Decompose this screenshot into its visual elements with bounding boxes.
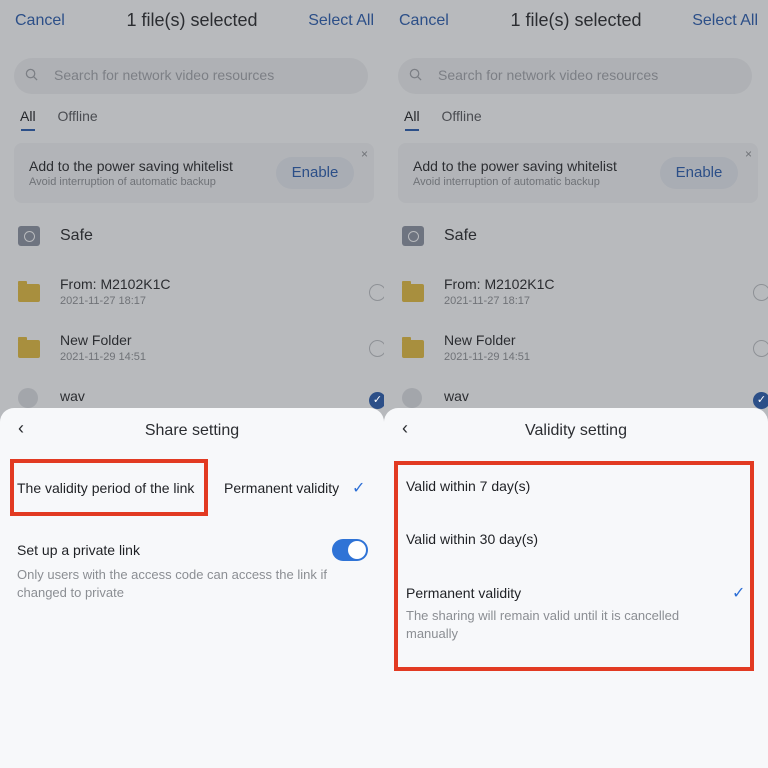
tab-all[interactable]: All	[20, 108, 36, 124]
whitelist-banner: Add to the power saving whitelist Avoid …	[14, 143, 374, 203]
search-icon	[409, 68, 422, 81]
folder-icon	[402, 281, 424, 302]
close-icon[interactable]: ×	[745, 147, 752, 161]
filter-tabs: All Offline	[404, 108, 500, 124]
tab-all[interactable]: All	[404, 108, 420, 124]
select-radio[interactable]	[369, 340, 384, 357]
validity-period-label[interactable]: The validity period of the link	[17, 480, 194, 496]
enable-button[interactable]: Enable	[276, 157, 354, 189]
private-link-label: Set up a private link	[17, 542, 140, 558]
checked-icon[interactable]: ✓	[369, 392, 384, 409]
file-date: 2021-11-29 14:51	[444, 351, 531, 363]
list-item[interactable]: New Folder 2021-11-29 14:51	[402, 330, 768, 370]
banner-subtitle: Avoid interruption of automatic backup	[29, 176, 216, 188]
option-permanent-description: The sharing will remain valid until it i…	[406, 608, 680, 641]
safe-label: Safe	[444, 227, 477, 244]
filter-tabs: All Offline	[20, 108, 116, 124]
whitelist-banner: Add to the power saving whitelist Avoid …	[398, 143, 758, 203]
tab-offline[interactable]: Offline	[441, 108, 481, 124]
option-7-days[interactable]: Valid within 7 day(s)	[406, 478, 530, 494]
file-date: 2021-11-27 18:17	[444, 295, 531, 307]
validity-setting-screen: Cancel 1 file(s) selected Select All Sea…	[384, 0, 768, 768]
select-radio[interactable]	[369, 284, 384, 301]
list-item[interactable]: From: M2102K1C 2021-11-27 18:17	[402, 274, 768, 314]
selection-header: Cancel 1 file(s) selected Select All	[0, 8, 384, 36]
audio-file-icon	[402, 388, 422, 408]
search-bar[interactable]: Search for network video resources	[398, 58, 752, 94]
option-permanent[interactable]: Permanent validity	[406, 585, 521, 601]
share-setting-sheet: ‹ Share setting The validity period of t…	[0, 408, 384, 768]
checkmark-icon: ✓	[732, 585, 746, 602]
enable-button[interactable]: Enable	[660, 157, 738, 189]
folder-icon	[18, 281, 40, 302]
select-all-button[interactable]: Select All	[308, 12, 374, 30]
safe-label: Safe	[60, 227, 93, 244]
file-name: New Folder	[60, 332, 132, 348]
folder-icon	[402, 337, 424, 358]
file-name: New Folder	[444, 332, 516, 348]
validity-setting-sheet: ‹ Validity setting Valid within 7 day(s)…	[384, 408, 768, 768]
close-icon[interactable]: ×	[361, 147, 368, 161]
select-radio[interactable]	[753, 340, 768, 357]
file-date: 2021-11-29 14:51	[60, 351, 147, 363]
safe-icon	[402, 226, 424, 246]
checked-icon[interactable]: ✓	[753, 392, 768, 409]
option-30-days[interactable]: Valid within 30 day(s)	[406, 531, 538, 547]
search-bar[interactable]: Search for network video resources	[14, 58, 368, 94]
checkmark-icon: ✓	[352, 480, 366, 497]
sheet-title: Share setting	[144, 422, 240, 439]
select-all-button[interactable]: Select All	[692, 12, 758, 30]
tab-offline[interactable]: Offline	[57, 108, 97, 124]
search-icon	[25, 68, 38, 81]
select-radio[interactable]	[753, 284, 768, 301]
file-name: wav	[444, 388, 469, 404]
file-date: 2021-11-27 18:17	[60, 295, 147, 307]
share-setting-screen: Cancel 1 file(s) selected Select All Sea…	[0, 0, 384, 768]
toggle-knob	[348, 541, 366, 559]
file-list-background: Cancel 1 file(s) selected Select All Sea…	[384, 0, 768, 410]
folder-icon	[18, 337, 40, 358]
sheet-title: Validity setting	[525, 422, 627, 439]
banner-title: Add to the power saving whitelist	[413, 158, 617, 174]
selection-header: Cancel 1 file(s) selected Select All	[384, 8, 768, 36]
banner-title: Add to the power saving whitelist	[29, 158, 233, 174]
audio-file-icon	[18, 388, 38, 408]
banner-subtitle: Avoid interruption of automatic backup	[413, 176, 600, 188]
private-link-toggle[interactable]	[332, 539, 368, 561]
list-item[interactable]: New Folder 2021-11-29 14:51	[18, 330, 384, 370]
private-link-description: Only users with the access code can acce…	[17, 567, 327, 600]
file-name: From: M2102K1C	[60, 276, 171, 292]
search-placeholder: Search for network video resources	[438, 67, 659, 83]
file-name: wav	[60, 388, 85, 404]
safe-icon	[18, 226, 40, 246]
screen: Cancel 1 file(s) selected Select All Sea…	[0, 0, 768, 768]
file-name: From: M2102K1C	[444, 276, 555, 292]
validity-value[interactable]: Permanent validity	[224, 480, 339, 496]
file-list-background: Cancel 1 file(s) selected Select All Sea…	[0, 0, 384, 410]
search-placeholder: Search for network video resources	[54, 67, 275, 83]
list-item[interactable]: From: M2102K1C 2021-11-27 18:17	[18, 274, 384, 314]
